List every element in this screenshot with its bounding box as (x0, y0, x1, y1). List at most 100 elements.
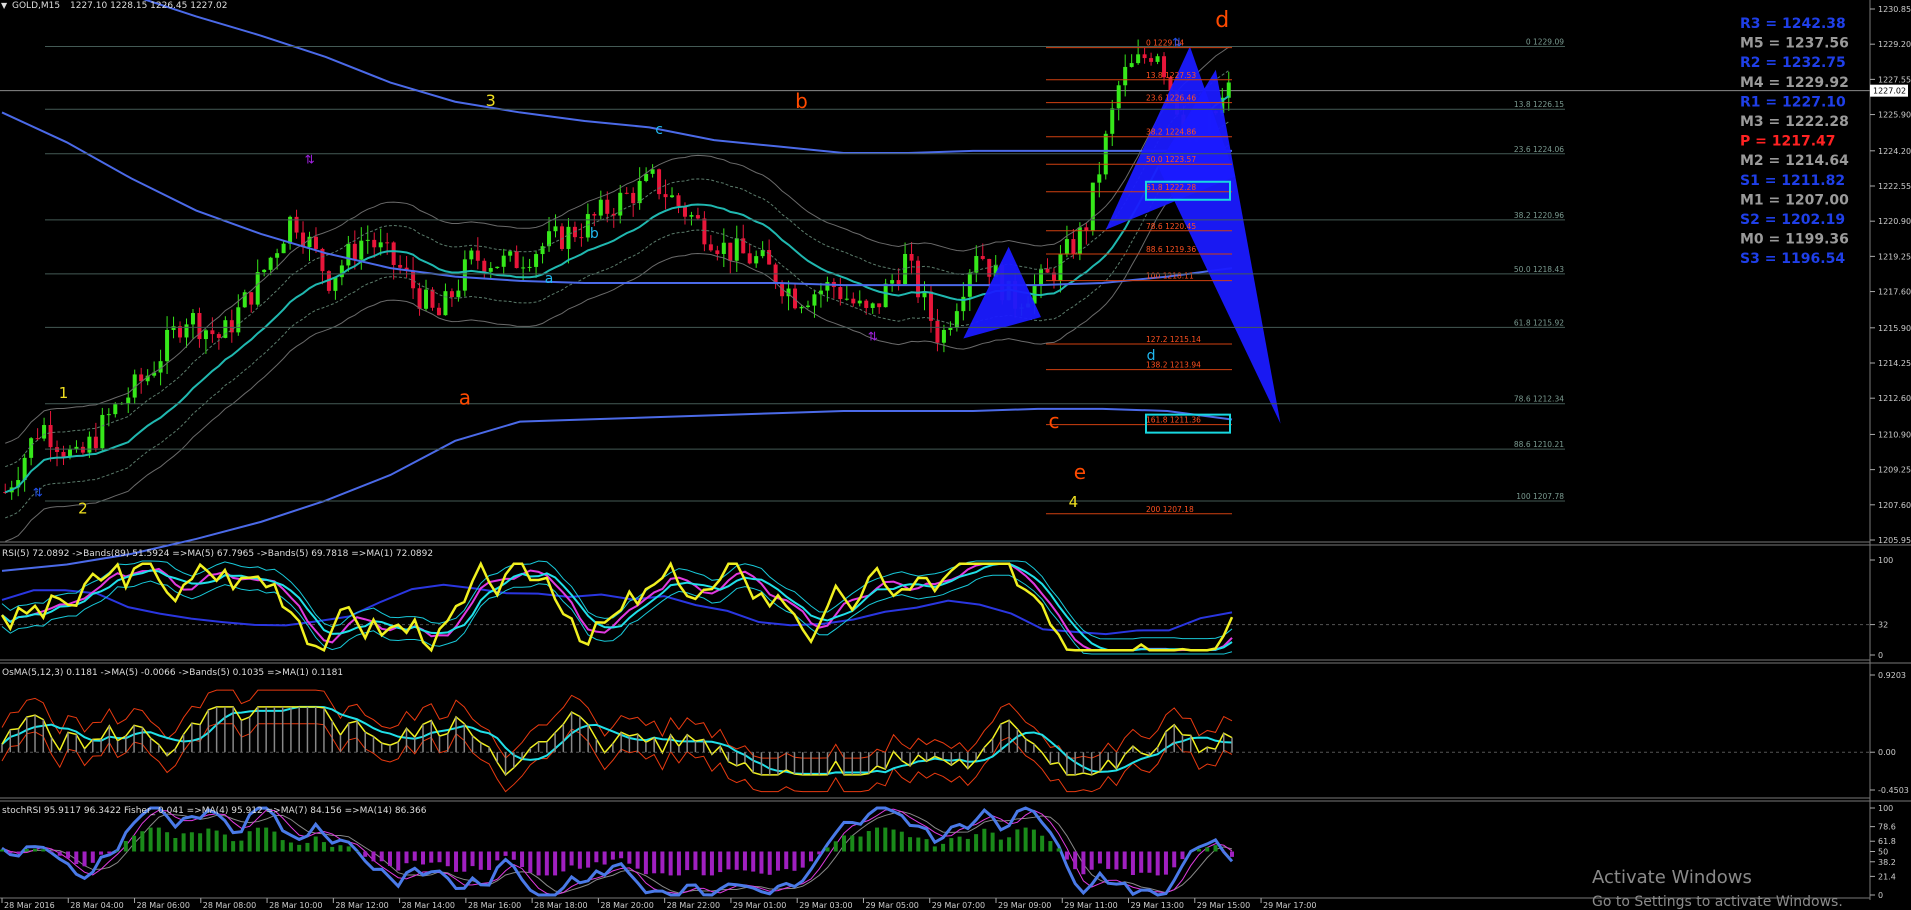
candle-body[interactable] (670, 195, 675, 198)
candle-body[interactable] (359, 240, 364, 260)
candle-body[interactable] (184, 324, 189, 338)
candle-body[interactable] (1071, 239, 1076, 255)
candle-body[interactable] (508, 251, 513, 256)
candle-body[interactable] (1045, 268, 1050, 273)
candle-body[interactable] (695, 215, 700, 219)
candle-body[interactable] (1136, 54, 1141, 64)
candle-body[interactable] (747, 253, 752, 264)
candle-body[interactable] (352, 243, 357, 260)
candle-body[interactable] (61, 451, 66, 457)
candle-body[interactable] (721, 242, 726, 254)
candle-body[interactable] (870, 303, 875, 308)
candle-body[interactable] (1123, 66, 1128, 86)
candle-body[interactable] (812, 294, 817, 306)
candle-body[interactable] (165, 329, 170, 362)
candle-body[interactable] (909, 254, 914, 261)
candle-body[interactable] (689, 215, 694, 217)
candle-body[interactable] (1097, 174, 1102, 183)
candle-body[interactable] (417, 288, 422, 309)
candle-body[interactable] (708, 244, 713, 251)
trading-chart[interactable]: 0 1229.0413.8 1227.5323.6 1226.4638.2 12… (0, 0, 1911, 910)
candle-body[interactable] (430, 289, 435, 308)
candle-body[interactable] (126, 397, 131, 404)
candle-body[interactable] (436, 307, 441, 316)
candle-body[interactable] (275, 253, 280, 258)
candle-body[interactable] (1155, 56, 1160, 62)
candle-body[interactable] (501, 255, 506, 267)
candle-body[interactable] (618, 192, 623, 216)
candle-body[interactable] (372, 239, 377, 248)
candle-body[interactable] (702, 218, 707, 245)
candle-body[interactable] (462, 259, 467, 291)
candle-body[interactable] (495, 266, 500, 269)
dropdown-triangle-icon[interactable]: ▼ (1, 1, 8, 10)
candle-body[interactable] (93, 436, 98, 449)
candle-body[interactable] (1058, 253, 1063, 281)
candle-body[interactable] (113, 404, 118, 415)
candle-body[interactable] (106, 414, 111, 416)
candle-body[interactable] (1142, 54, 1147, 59)
candle-body[interactable] (48, 425, 53, 448)
candle-body[interactable] (734, 238, 739, 261)
candle-body[interactable] (398, 264, 403, 268)
candle-body[interactable] (650, 169, 655, 174)
candle-body[interactable] (1064, 239, 1069, 254)
candle-body[interactable] (1226, 82, 1231, 98)
candle-body[interactable] (890, 280, 895, 284)
candle-body[interactable] (469, 250, 474, 260)
candle-body[interactable] (482, 260, 487, 272)
candle-body[interactable] (566, 226, 571, 249)
candle-body[interactable] (883, 283, 888, 308)
candle-body[interactable] (255, 272, 260, 305)
candle-body[interactable] (288, 216, 293, 244)
candle-body[interactable] (456, 290, 461, 298)
candle-body[interactable] (424, 289, 429, 309)
candle-body[interactable] (236, 307, 241, 333)
candle-body[interactable] (100, 414, 105, 449)
candle-body[interactable] (948, 327, 953, 330)
candle-body[interactable] (1110, 108, 1115, 134)
candle-body[interactable] (657, 169, 662, 195)
candle-body[interactable] (553, 226, 558, 232)
candle-body[interactable] (864, 300, 869, 308)
candle-body[interactable] (805, 305, 810, 307)
candle-body[interactable] (346, 243, 351, 266)
candle-body[interactable] (443, 291, 448, 316)
candle-body[interactable] (365, 239, 370, 241)
candle-body[interactable] (1116, 85, 1121, 109)
candle-body[interactable] (935, 320, 940, 343)
candle-body[interactable] (35, 438, 40, 440)
candle-body[interactable] (223, 320, 228, 338)
candle-body[interactable] (592, 214, 597, 216)
candle-body[interactable] (637, 180, 642, 204)
candle-body[interactable] (527, 266, 532, 268)
candle-body[interactable] (644, 173, 649, 181)
candle-body[interactable] (385, 242, 390, 244)
candle-body[interactable] (313, 236, 318, 249)
candle-body[interactable] (294, 216, 299, 233)
candle-body[interactable] (631, 192, 636, 204)
candle-body[interactable] (928, 291, 933, 321)
candle-body[interactable] (488, 268, 493, 272)
candle-body[interactable] (475, 250, 480, 261)
candle-body[interactable] (411, 270, 416, 289)
candle-body[interactable] (449, 291, 454, 298)
candle-body[interactable] (715, 250, 720, 254)
candle-body[interactable] (624, 192, 629, 194)
candle-body[interactable] (210, 330, 215, 335)
candle-body[interactable] (514, 251, 519, 269)
candle-body[interactable] (262, 269, 267, 273)
candle-body[interactable] (1039, 268, 1044, 285)
candle-body[interactable] (203, 330, 208, 340)
candle-body[interactable] (268, 257, 273, 270)
candle-body[interactable] (391, 242, 396, 265)
candle-body[interactable] (896, 280, 901, 285)
candle-body[interactable] (767, 250, 772, 265)
candle-body[interactable] (579, 237, 584, 239)
candle-body[interactable] (728, 242, 733, 261)
candle-body[interactable] (1149, 58, 1154, 62)
candle-body[interactable] (559, 226, 564, 249)
candle-body[interactable] (598, 199, 603, 216)
candle-body[interactable] (534, 254, 539, 267)
candle-body[interactable] (171, 326, 176, 330)
